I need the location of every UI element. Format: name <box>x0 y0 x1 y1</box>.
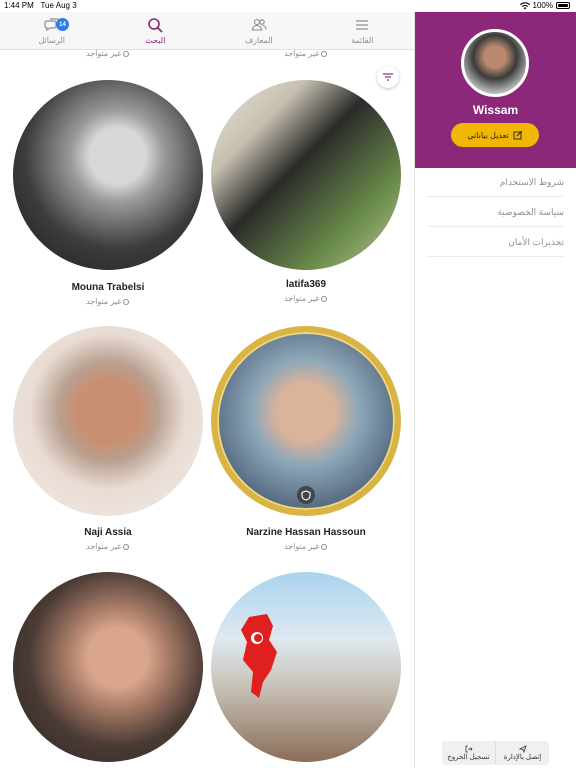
status-offline: غير متواجد <box>284 294 328 303</box>
menu-item-safety[interactable]: تحذيرات الأمان <box>427 237 564 257</box>
contact-admin-button[interactable]: إتصل بالإدارة <box>495 741 549 765</box>
user-name[interactable]: Mouna Trabelsi <box>13 282 203 293</box>
edit-profile-label: تعديل بياناتي <box>467 130 509 140</box>
tab-label: القائمة <box>351 35 374 45</box>
filter-button[interactable] <box>377 66 399 88</box>
profile-header: Wissam تعديل بياناتي <box>415 12 576 168</box>
status-bar: 1:44 PM Tue Aug 3 100% <box>0 0 576 12</box>
tab-contacts[interactable]: المعارف <box>207 12 311 49</box>
menu-icon <box>356 19 369 30</box>
tab-messages[interactable]: 14 الرسائل <box>0 12 104 49</box>
bottom-actions: تسجيل الخروج إتصل بالإدارة <box>442 741 549 765</box>
logout-label: تسجيل الخروج <box>447 754 490 761</box>
logout-icon <box>465 745 473 753</box>
status-date: Tue Aug 3 <box>40 1 77 10</box>
avatar[interactable] <box>461 29 529 97</box>
search-icon <box>148 17 163 32</box>
profile-name: Wissam <box>472 103 519 117</box>
filter-icon <box>383 73 393 81</box>
status-offline: غير متواجد <box>284 49 328 58</box>
status-offline: غير متواجد <box>86 49 130 58</box>
edit-icon <box>513 130 523 140</box>
status-offline: غير متواجد <box>284 542 328 551</box>
user-name[interactable]: latifa369 <box>211 279 401 290</box>
messages-badge: 14 <box>56 18 69 31</box>
battery-icon <box>556 2 570 9</box>
shield-icon <box>301 489 311 501</box>
contact-admin-label: إتصل بالإدارة <box>503 754 542 761</box>
main-panel: 14 الرسائل البحث المعارف القائمة غير متو… <box>0 12 415 768</box>
tab-bar: 14 الرسائل البحث المعارف القائمة <box>0 12 414 50</box>
status-time: 1:44 PM <box>4 1 34 10</box>
menu-item-terms[interactable]: شروط الاستخدام <box>427 177 564 197</box>
battery-percent: 100% <box>532 1 553 10</box>
verified-badge <box>297 486 315 504</box>
user-photo[interactable] <box>13 572 203 762</box>
user-name[interactable]: Narzine Hassan Hassoun <box>211 527 401 538</box>
tab-label: المعارف <box>244 35 273 45</box>
tab-label: الرسائل <box>38 35 66 45</box>
edit-profile-button[interactable]: تعديل بياناتي <box>451 123 539 147</box>
send-icon <box>518 745 527 753</box>
side-panel: Wissam تعديل بياناتي شروط الاستخدام سياس… <box>415 12 576 768</box>
user-photo[interactable] <box>13 326 203 516</box>
logout-button[interactable]: تسجيل الخروج <box>442 741 495 765</box>
user-name[interactable]: Naji Assia <box>13 527 203 538</box>
status-offline: غير متواجد <box>86 542 130 551</box>
status-offline: غير متواجد <box>86 297 130 306</box>
tab-label: البحث <box>145 35 166 45</box>
user-photo[interactable] <box>211 572 401 762</box>
tab-menu[interactable]: القائمة <box>311 12 415 49</box>
menu-item-privacy[interactable]: سياسة الخصوصية <box>427 207 564 227</box>
people-icon <box>251 18 267 31</box>
tab-search[interactable]: البحث <box>104 12 208 49</box>
user-photo[interactable] <box>211 80 401 270</box>
wifi-icon <box>519 1 530 9</box>
user-photo[interactable] <box>13 80 203 270</box>
tunisia-map-icon <box>241 614 277 698</box>
